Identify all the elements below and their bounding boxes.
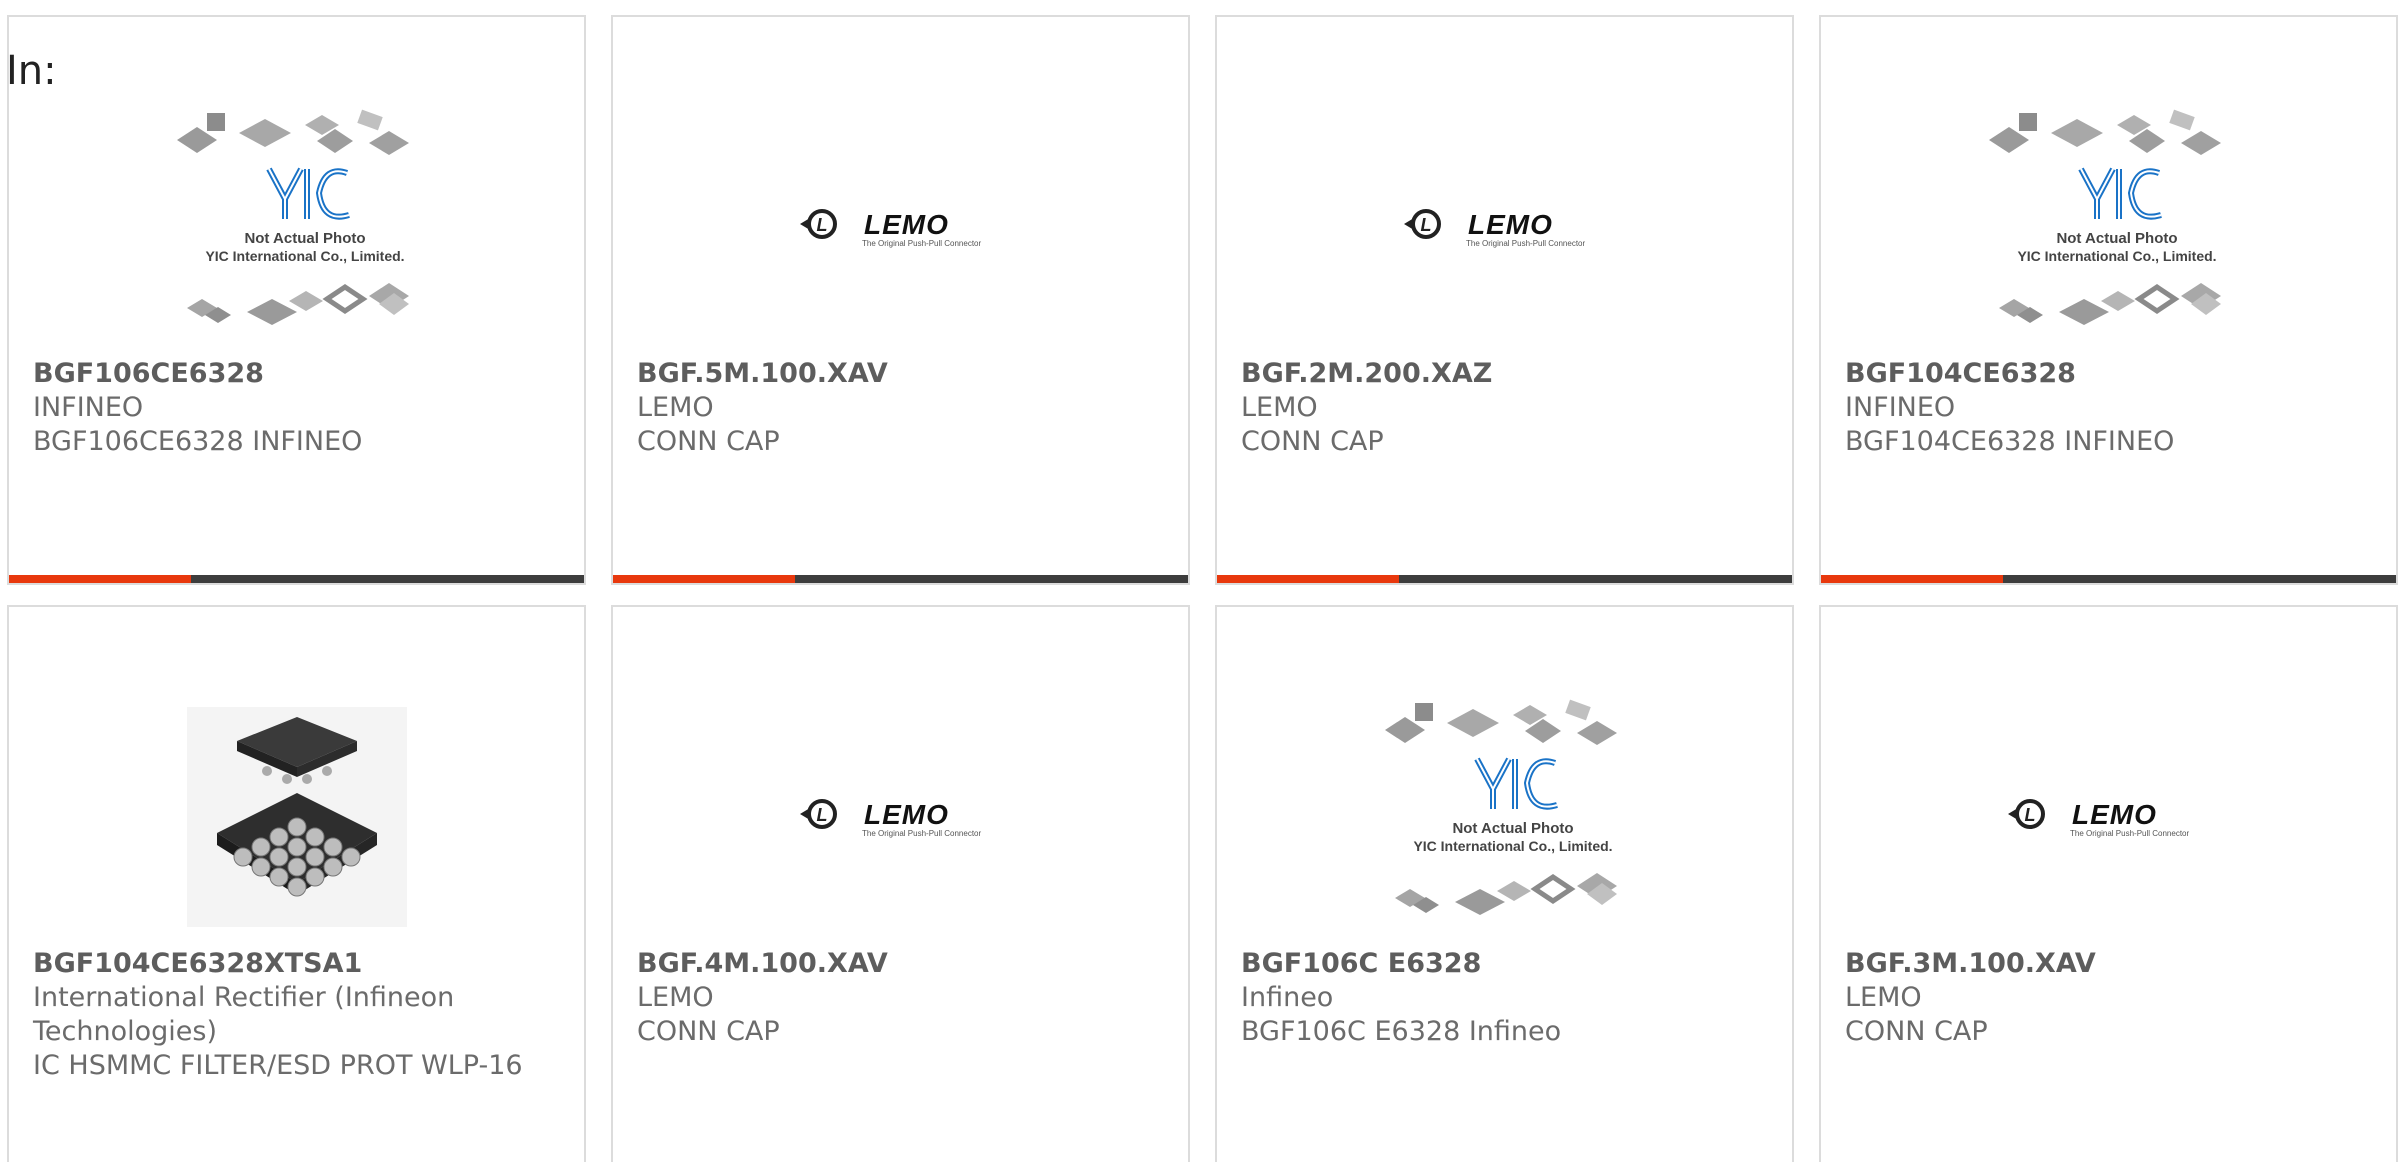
svg-text:Not Actual Photo: Not Actual Photo xyxy=(1452,820,1573,837)
manufacturer: Infineo xyxy=(1241,982,1334,1013)
product-grid: Not Actual Photo YIC International Co., … xyxy=(7,15,2400,1162)
chip-scatter-bottom xyxy=(1998,283,2221,325)
manufacturer: INFINEO xyxy=(33,392,144,423)
yic-logo-icon xyxy=(2077,167,2162,220)
svg-text:YIC International Co., Limited: YIC International Co., Limited. xyxy=(2017,248,2216,264)
product-card[interactable]: L LEMO The Original Push-Pull Connector … xyxy=(1819,605,2398,1162)
description: BGF106C E6328 Infineo xyxy=(1241,1016,1562,1047)
product-image[interactable]: Not Actual Photo YIC International Co., … xyxy=(1217,677,1792,957)
description: CONN CAP xyxy=(637,426,780,457)
product-card[interactable]: L LEMO The Original Push-Pull Connector … xyxy=(611,15,1190,585)
description: CONN CAP xyxy=(1845,1016,1988,1047)
svg-text:YIC International Co., Limited: YIC International Co., Limited. xyxy=(1413,838,1612,854)
part-number[interactable]: BGF.2M.200.XAZ xyxy=(1241,357,1768,391)
product-info: BGF.3M.100.XAV LEMO CONN CAP xyxy=(1845,947,2372,1049)
product-info: BGF104CE6328 INFINEO BGF104CE6328 INFINE… xyxy=(1845,357,2372,459)
card-bar xyxy=(1217,575,1792,583)
yic-logo-icon xyxy=(1473,757,1558,810)
product-card[interactable]: L LEMO The Original Push-Pull Connector … xyxy=(1215,15,1794,585)
chip-scatter-bottom xyxy=(186,283,409,325)
svg-text:LEMO: LEMO xyxy=(864,209,949,240)
part-number[interactable]: BGF.5M.100.XAV xyxy=(637,357,1164,391)
product-info: BGF106C E6328 Infineo BGF106C E6328 Infi… xyxy=(1241,947,1768,1049)
svg-text:The Original Push-Pull Connect: The Original Push-Pull Connector xyxy=(862,239,982,248)
description: BGF104CE6328 INFINEO xyxy=(1845,426,2175,457)
card-bar xyxy=(613,575,1188,583)
svg-text:YIC International Co., Limited: YIC International Co., Limited. xyxy=(205,248,404,264)
svg-text:LEMO: LEMO xyxy=(1468,209,1553,240)
svg-text:L: L xyxy=(1420,215,1431,235)
product-image[interactable]: Not Actual Photo YIC International Co., … xyxy=(9,87,584,367)
description: CONN CAP xyxy=(1241,426,1384,457)
manufacturer: International Rectifier (Infineon Techno… xyxy=(33,982,455,1047)
chip-scatter-top xyxy=(1384,699,1617,745)
part-number[interactable]: BGF.4M.100.XAV xyxy=(637,947,1164,981)
part-number[interactable]: BGF.3M.100.XAV xyxy=(1845,947,2372,981)
product-image[interactable]: L LEMO The Original Push-Pull Connector xyxy=(613,677,1188,957)
svg-text:The Original Push-Pull Connect: The Original Push-Pull Connector xyxy=(862,829,982,838)
product-info: BGF106CE6328 INFINEO BGF106CE6328 INFINE… xyxy=(33,357,560,459)
chip-scatter-top xyxy=(176,109,409,155)
card-bar xyxy=(9,575,584,583)
lemo-logo-icon: L LEMO The Original Push-Pull Connector xyxy=(2007,799,2190,838)
description: IC HSMMC FILTER/ESD PROT WLP-16 xyxy=(33,1050,523,1081)
manufacturer: INFINEO xyxy=(1845,392,1956,423)
product-card[interactable]: Not Actual Photo YIC International Co., … xyxy=(1215,605,1794,1162)
card-bar-accent xyxy=(613,575,795,583)
product-card[interactable]: BGF104CE6328XTSA1 International Rectifie… xyxy=(7,605,586,1162)
product-image[interactable] xyxy=(9,677,584,957)
svg-text:The Original Push-Pull Connect: The Original Push-Pull Connector xyxy=(1466,239,1586,248)
manufacturer: LEMO xyxy=(1241,392,1318,423)
card-bar-accent xyxy=(1217,575,1399,583)
card-bar-accent xyxy=(1821,575,2003,583)
lemo-logo-icon: L LEMO The Original Push-Pull Connector xyxy=(1403,209,1586,248)
filter-label: In: xyxy=(6,48,57,94)
product-info: BGF.5M.100.XAV LEMO CONN CAP xyxy=(637,357,1164,459)
product-image[interactable]: Not Actual Photo YIC International Co., … xyxy=(1821,87,2396,367)
manufacturer: LEMO xyxy=(1845,982,1922,1013)
svg-text:L: L xyxy=(816,805,827,825)
product-card[interactable]: Not Actual Photo YIC International Co., … xyxy=(1819,15,2398,585)
svg-text:The Original Push-Pull Connect: The Original Push-Pull Connector xyxy=(2070,829,2190,838)
svg-text:LEMO: LEMO xyxy=(864,799,949,830)
manufacturer: LEMO xyxy=(637,392,714,423)
description: BGF106CE6328 INFINEO xyxy=(33,426,363,457)
svg-text:LEMO: LEMO xyxy=(2072,799,2157,830)
chip-scatter-bottom xyxy=(1394,873,1617,915)
product-card[interactable]: L LEMO The Original Push-Pull Connector … xyxy=(611,605,1190,1162)
part-number[interactable]: BGF104CE6328XTSA1 xyxy=(33,947,560,981)
svg-text:L: L xyxy=(2024,805,2035,825)
card-bar-accent xyxy=(9,575,191,583)
svg-text:Not Actual Photo: Not Actual Photo xyxy=(2056,230,2177,247)
lemo-logo-icon: L LEMO The Original Push-Pull Connector xyxy=(799,209,982,248)
part-number[interactable]: BGF104CE6328 xyxy=(1845,357,2372,391)
part-number[interactable]: BGF106C E6328 xyxy=(1241,947,1768,981)
product-info: BGF.2M.200.XAZ LEMO CONN CAP xyxy=(1241,357,1768,459)
product-info: BGF.4M.100.XAV LEMO CONN CAP xyxy=(637,947,1164,1049)
manufacturer: LEMO xyxy=(637,982,714,1013)
part-number[interactable]: BGF106CE6328 xyxy=(33,357,560,391)
description: CONN CAP xyxy=(637,1016,780,1047)
chip-scatter-top xyxy=(1988,109,2221,155)
product-image[interactable]: L LEMO The Original Push-Pull Connector xyxy=(1217,87,1792,367)
product-info: BGF104CE6328XTSA1 International Rectifie… xyxy=(33,947,560,1083)
product-image[interactable]: L LEMO The Original Push-Pull Connector xyxy=(1821,677,2396,957)
yic-logo-icon xyxy=(265,167,350,220)
lemo-logo-icon: L LEMO The Original Push-Pull Connector xyxy=(799,799,982,838)
product-image[interactable]: L LEMO The Original Push-Pull Connector xyxy=(613,87,1188,367)
product-card[interactable]: Not Actual Photo YIC International Co., … xyxy=(7,15,586,585)
svg-text:Not Actual Photo: Not Actual Photo xyxy=(244,230,365,247)
svg-text:L: L xyxy=(816,215,827,235)
card-bar xyxy=(1821,575,2396,583)
